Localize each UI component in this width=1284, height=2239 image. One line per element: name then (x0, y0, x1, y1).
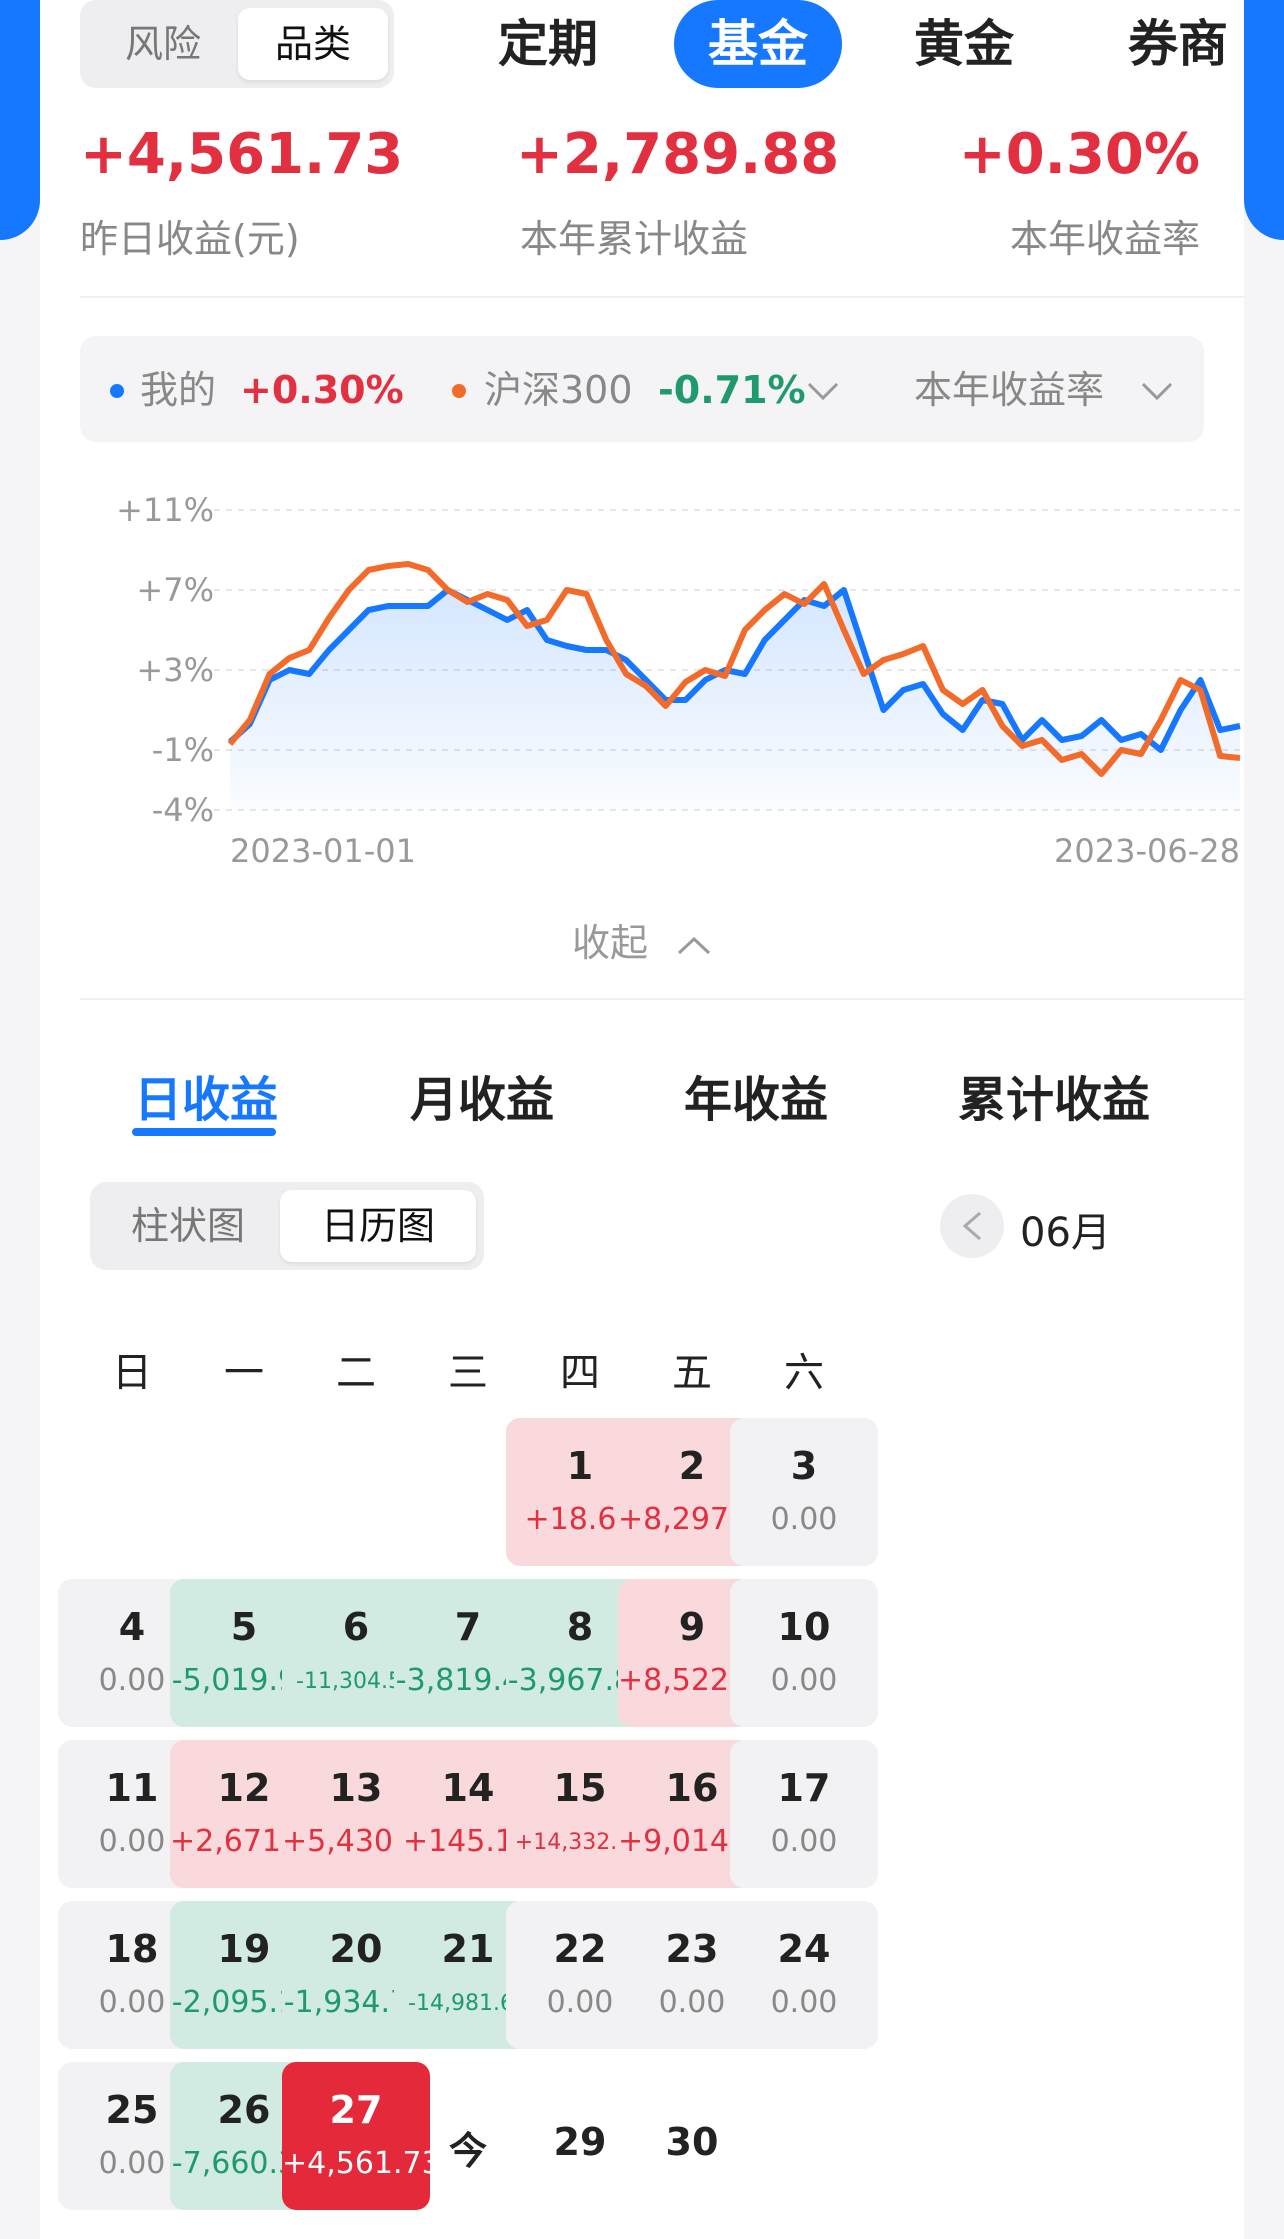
tab-broker[interactable]: 券商 (1128, 0, 1228, 88)
chart-y-labels: +11% +7% +3% -1% -4% (116, 491, 214, 829)
mine-area (230, 590, 1240, 810)
toggle-risk[interactable]: 风险 (88, 8, 238, 80)
risk-category-toggle: 风险 品类 (80, 0, 394, 88)
tab-gold[interactable]: 黄金 (914, 0, 1014, 88)
calendar-day-income: 0.00 (770, 1663, 838, 1698)
header-accent-right (1244, 0, 1284, 240)
calendar-day-income: 0.00 (770, 1502, 838, 1537)
header-accent-left (0, 0, 40, 240)
divider (80, 296, 1244, 298)
weekday-label: 六 (784, 1350, 824, 1396)
divider (80, 998, 1244, 1000)
collapse-label: 收起 (571, 921, 648, 965)
tab-yearly-income[interactable]: 年收益 (684, 1060, 828, 1130)
chart-legend: 我的 +0.30% 沪深300 -0.71% 本年收益率 (80, 336, 1204, 442)
ytd-income-value: +2,789.88 (516, 122, 840, 187)
toggle-bar-chart[interactable]: 柱状图 (98, 1190, 278, 1262)
ytd-return-value: +0.30% (958, 122, 1200, 187)
y-tick-label: +7% (136, 571, 214, 609)
mine-dot-icon (110, 384, 124, 398)
y-tick-label: +11% (116, 491, 214, 529)
chevron-left-icon (962, 1211, 981, 1241)
x-label-end: 2023-06-28 (1054, 832, 1240, 870)
tab-fixed-term[interactable]: 定期 (498, 0, 598, 88)
calendar-day-number: 10 (777, 1605, 831, 1649)
prev-month-button[interactable] (940, 1194, 1004, 1258)
tab-monthly-income[interactable]: 月收益 (410, 1060, 554, 1130)
bench-dot-icon (452, 384, 466, 398)
metric-selector[interactable]: 本年收益率 (914, 364, 1104, 416)
calendar-day[interactable]: 3 0.00 (730, 1418, 878, 1566)
chevron-up-icon (678, 936, 711, 954)
calendar-day-number: 17 (777, 1766, 831, 1810)
collapse-button[interactable]: 收起 (40, 912, 1244, 967)
ytd-return-label: 本年收益率 (1009, 217, 1200, 261)
yesterday-income-label: 昨日收益(元) (80, 217, 300, 261)
legend-mine-label: 我的 (140, 368, 217, 412)
legend-bench-label: 沪深300 (484, 368, 633, 412)
y-tick-label: -4% (152, 791, 214, 829)
calendar-day-income: 0.00 (770, 1824, 838, 1859)
calendar-day[interactable]: 10 0.00 (730, 1579, 878, 1727)
fund-card: 风险 品类 定期 基金 黄金 券商 +4,561.73 昨日收益(元) +2,7… (40, 0, 1244, 2239)
toggle-calendar[interactable]: 日历图 (280, 1190, 476, 1262)
legend-mine-value: +0.30% (240, 368, 404, 412)
calendar-day-number: 30 (665, 2120, 719, 2164)
legend-bench-value: -0.71% (658, 368, 806, 412)
current-month: 06月 (1020, 1210, 1111, 1256)
y-tick-label: -1% (152, 731, 214, 769)
calendar-day-income: 0.00 (770, 1985, 838, 2020)
return-line-chart: +11% +7% +3% -1% -4% 2023-01-01 2023-06-28 (116, 491, 1241, 870)
calendar-day[interactable]: 24 0.00 (730, 1901, 878, 2049)
metric-chevron-down-icon[interactable] (1140, 380, 1174, 402)
tab-cumulative-income[interactable]: 累计收益 (958, 1060, 1150, 1130)
calendar-day-number: 3 (790, 1444, 818, 1488)
calendar-day[interactable]: 17 0.00 (730, 1740, 878, 1888)
calendar-day-number: 24 (777, 1927, 831, 1971)
y-tick-label: +3% (136, 651, 214, 689)
view-toggle: 柱状图 日历图 (90, 1182, 484, 1270)
tab-fund[interactable]: 基金 (674, 0, 842, 88)
tab-broker-clip: 券商 (1090, 0, 1244, 88)
tab-daily-income[interactable]: 日收益 (134, 1060, 278, 1130)
toggle-category[interactable]: 品类 (238, 8, 388, 80)
active-tab-underline (132, 1128, 276, 1136)
x-label-start: 2023-01-01 (230, 832, 416, 870)
ytd-income-label: 本年累计收益 (520, 217, 749, 261)
calendar-day[interactable]: 30 (618, 2062, 766, 2210)
yesterday-income-value: +4,561.73 (80, 122, 404, 187)
bench-chevron-down-icon[interactable] (806, 380, 840, 402)
